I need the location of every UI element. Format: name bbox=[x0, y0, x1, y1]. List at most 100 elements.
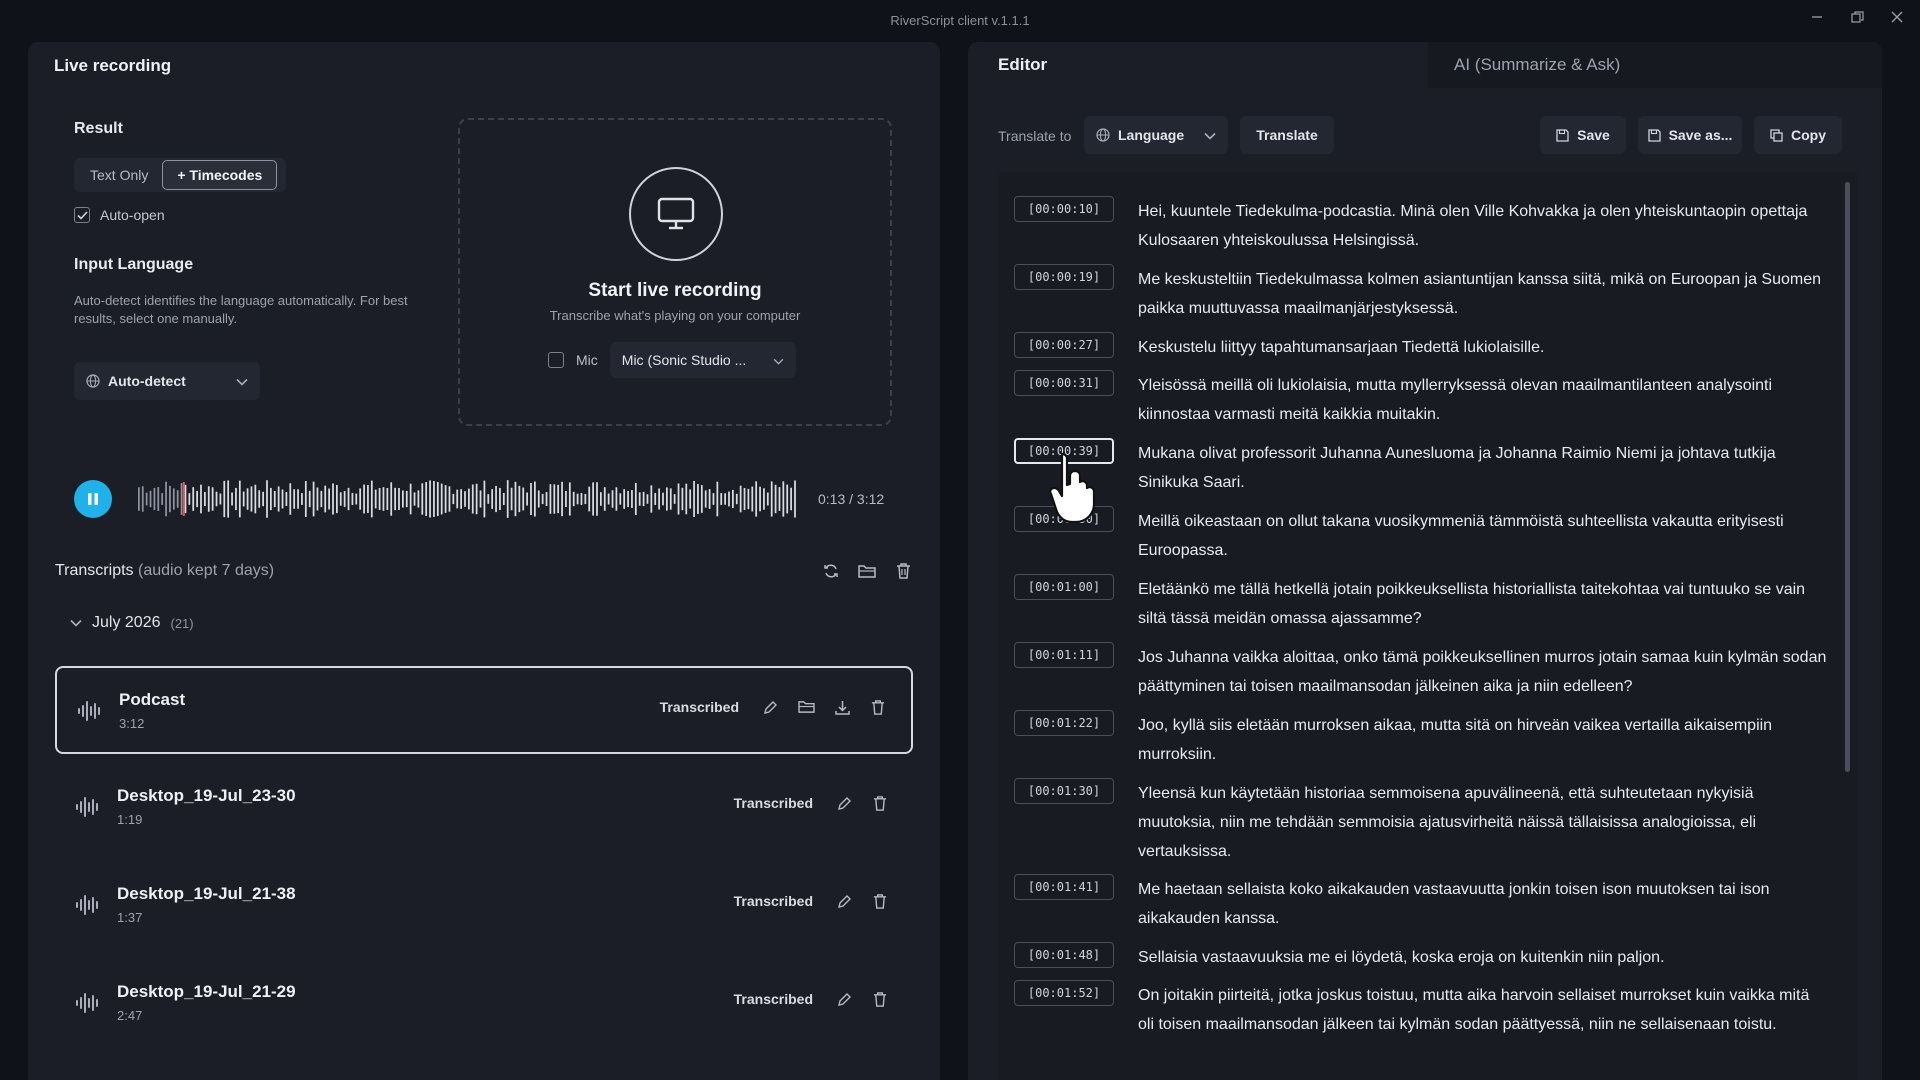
rename-button[interactable] bbox=[759, 696, 781, 718]
status-badge: Transcribed bbox=[659, 699, 739, 715]
waveform-bar bbox=[285, 492, 288, 506]
copy-button[interactable]: Copy bbox=[1754, 116, 1842, 154]
restore-icon bbox=[1850, 10, 1864, 23]
tab-ai-summarize[interactable]: AI (Summarize & Ask) bbox=[1428, 42, 1882, 88]
transcript-name: Podcast bbox=[119, 690, 186, 709]
line-text[interactable]: Yleensä kun käytetään historiaa semmoise… bbox=[1138, 779, 1828, 866]
timecode[interactable]: [00:00:19] bbox=[1014, 264, 1114, 290]
playhead[interactable] bbox=[182, 482, 185, 516]
timecode[interactable]: [00:01:11] bbox=[1014, 642, 1114, 668]
transcript-editor[interactable]: [00:00:10] Hei, kuuntele Tiedekulma-podc… bbox=[998, 172, 1858, 1080]
waveform-bar bbox=[638, 492, 641, 506]
waveform-bar bbox=[304, 481, 307, 517]
line-text[interactable]: Eletäänkö me tällä hetkellä jotain poikk… bbox=[1138, 575, 1828, 633]
live-recording-box[interactable]: Start live recording Transcribe what's p… bbox=[458, 118, 892, 426]
start-recording-button[interactable] bbox=[629, 167, 723, 261]
timecodes-option[interactable]: + Timecodes bbox=[162, 160, 278, 190]
waveform-bar bbox=[572, 491, 575, 507]
waveform-bar bbox=[231, 492, 233, 506]
timecode[interactable]: [00:00:10] bbox=[1014, 196, 1114, 222]
waveform-bar bbox=[165, 481, 167, 517]
waveform-bar bbox=[468, 488, 470, 510]
waveform-bar bbox=[650, 485, 653, 513]
waveform-bar bbox=[526, 492, 528, 506]
timecode[interactable]: [00:00:31] bbox=[1014, 370, 1114, 396]
refresh-button[interactable] bbox=[820, 560, 842, 582]
line-text[interactable]: Joo, kyllä siis eletään murroksen aikaa,… bbox=[1138, 711, 1828, 769]
minimize-button[interactable] bbox=[1804, 6, 1830, 28]
waveform-bar bbox=[444, 485, 447, 513]
trash-icon bbox=[896, 563, 910, 579]
input-language-select[interactable]: Auto-detect bbox=[74, 362, 260, 400]
line-text[interactable]: On joitakin piirteitä, jotka joskus tois… bbox=[1138, 981, 1828, 1039]
chevron-down-icon bbox=[70, 619, 82, 627]
waveform-bar bbox=[739, 485, 742, 513]
download-button[interactable] bbox=[831, 696, 853, 718]
show-in-folder-button[interactable] bbox=[795, 696, 817, 718]
timecode[interactable]: [00:01:30] bbox=[1014, 778, 1114, 804]
tab-editor[interactable]: Editor bbox=[968, 42, 1428, 88]
timecode[interactable]: [00:01:22] bbox=[1014, 710, 1114, 736]
transcript-item[interactable]: Desktop_19-Jul_21-29 2:47 Transcribed bbox=[55, 960, 913, 1048]
delete-button[interactable] bbox=[869, 890, 891, 912]
line-text[interactable]: Me haetaan sellaista koko aikakauden vas… bbox=[1138, 875, 1828, 933]
maximize-button[interactable] bbox=[1844, 6, 1870, 28]
translate-language-select[interactable]: Language bbox=[1084, 116, 1228, 154]
line-text[interactable]: Hei, kuuntele Tiedekulma-podcastia. Minä… bbox=[1138, 197, 1828, 255]
waveform-bar bbox=[250, 486, 253, 512]
waveform-bar bbox=[568, 482, 571, 516]
waveform-bar bbox=[755, 481, 758, 517]
waveform-bar bbox=[204, 492, 206, 506]
line-text[interactable]: Keskustelu liittyy tapahtumansarjaan Tie… bbox=[1138, 333, 1828, 362]
line-text[interactable]: Mukana olivat professorit Juhanna Aunesl… bbox=[1138, 439, 1828, 497]
timecode[interactable]: [00:00:27] bbox=[1014, 332, 1114, 358]
audio-waveform[interactable] bbox=[138, 476, 798, 522]
delete-button[interactable] bbox=[867, 696, 889, 718]
transcript-actions: Transcribed bbox=[660, 696, 889, 718]
timecode[interactable]: [00:01:00] bbox=[1014, 574, 1114, 600]
line-text[interactable]: Meillä oikeastaan on ollut takana vuosik… bbox=[1138, 507, 1828, 565]
rename-button[interactable] bbox=[833, 890, 855, 912]
waveform-bar bbox=[662, 492, 664, 506]
transcript-item[interactable]: Desktop_19-Jul_21-38 1:37 Transcribed bbox=[55, 862, 913, 950]
line-text[interactable]: Me keskusteltiin Tiedekulmassa kolmen as… bbox=[1138, 265, 1828, 323]
save-as-button[interactable]: Save as... bbox=[1638, 116, 1742, 154]
transcript-item[interactable]: Desktop_19-Jul_23-30 1:19 Transcribed bbox=[55, 764, 913, 852]
delete-button[interactable] bbox=[869, 792, 891, 814]
open-folder-button[interactable] bbox=[856, 560, 878, 582]
line-text[interactable]: Yleisössä meillä oli lukiolaisia, mutta … bbox=[1138, 371, 1828, 429]
timecode[interactable]: [00:01:48] bbox=[1014, 942, 1114, 968]
result-label: Result bbox=[74, 120, 123, 137]
delete-all-button[interactable] bbox=[892, 560, 914, 582]
close-icon bbox=[1891, 11, 1903, 23]
input-language-label: Input Language bbox=[74, 256, 194, 273]
mic-checkbox[interactable] bbox=[548, 352, 564, 368]
editor-scrollbar[interactable] bbox=[1845, 182, 1850, 772]
waveform-bar bbox=[530, 482, 532, 516]
rename-button[interactable] bbox=[833, 988, 855, 1010]
waveform-bar bbox=[196, 490, 198, 508]
trash-icon bbox=[873, 991, 887, 1007]
text-only-option[interactable]: Text Only bbox=[76, 160, 162, 190]
waveform-bar bbox=[242, 491, 245, 507]
save-button[interactable]: Save bbox=[1540, 116, 1626, 154]
transcript-item[interactable]: Podcast 3:12 Transcribed bbox=[55, 666, 913, 754]
timecode[interactable]: [00:01:41] bbox=[1014, 874, 1114, 900]
hand-cursor-icon bbox=[1049, 452, 1096, 524]
auto-open-checkbox[interactable] bbox=[74, 207, 90, 223]
pause-button[interactable] bbox=[74, 480, 112, 518]
close-button[interactable] bbox=[1884, 6, 1910, 28]
waveform-bar bbox=[537, 490, 540, 508]
save-icon bbox=[1647, 128, 1661, 142]
translate-button[interactable]: Translate bbox=[1240, 116, 1334, 154]
delete-button[interactable] bbox=[869, 988, 891, 1010]
waveform-bar bbox=[452, 493, 455, 505]
timecode[interactable]: [00:01:52] bbox=[1014, 980, 1114, 1006]
waveform-bar bbox=[421, 483, 424, 515]
group-july-2026[interactable]: July 2026 (21) bbox=[70, 614, 194, 632]
waveform-bar bbox=[394, 487, 396, 511]
mic-device-select[interactable]: Mic (Sonic Studio ... bbox=[609, 342, 796, 378]
rename-button[interactable] bbox=[833, 792, 855, 814]
line-text[interactable]: Sellaisia vastaavuuksia me ei löydetä, k… bbox=[1138, 943, 1828, 972]
line-text[interactable]: Jos Juhanna vaikka aloittaa, onko tämä p… bbox=[1138, 643, 1828, 701]
